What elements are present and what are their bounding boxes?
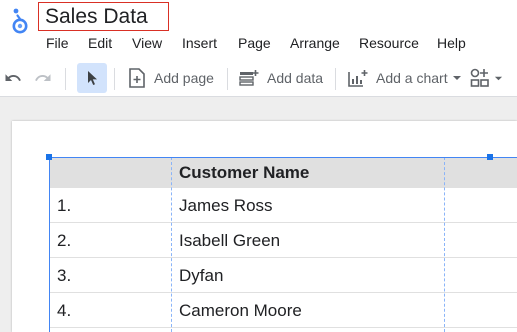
redo-icon[interactable] (32, 60, 54, 96)
cell-customer-name: Dyfan (179, 266, 224, 285)
chevron-down-icon (494, 76, 502, 80)
resize-handle[interactable] (487, 154, 493, 160)
menu-resource[interactable]: Resource (359, 34, 419, 52)
add-control-icon (470, 68, 489, 87)
add-data-icon (239, 70, 259, 86)
add-page-button[interactable]: Add page (128, 60, 214, 96)
table-row[interactable]: 4. Cameron Moore (49, 293, 517, 328)
column-guide (171, 157, 172, 332)
toolbar-divider (114, 68, 115, 90)
add-data-label: Add data (267, 70, 324, 86)
menu-edit[interactable]: Edit (88, 34, 112, 52)
add-page-label: Add page (154, 70, 214, 86)
table-row[interactable]: 2. Isabell Green (49, 223, 517, 258)
menu-insert[interactable]: Insert (182, 34, 217, 52)
menu-view[interactable]: View (132, 34, 162, 52)
column-guide (444, 157, 445, 332)
table-header[interactable]: Customer Name (49, 157, 517, 188)
menu-help[interactable]: Help (437, 34, 466, 52)
table-chart[interactable]: Customer Name 1. James Ross 2. Isabell G… (46, 154, 517, 332)
row-index: 3. (57, 266, 72, 285)
selection-border (49, 157, 517, 158)
add-page-icon (129, 68, 145, 88)
menu-page[interactable]: Page (238, 34, 271, 52)
menu-file[interactable]: File (46, 34, 69, 52)
row-index: 4. (57, 301, 72, 320)
selection-border (49, 157, 50, 332)
cell-customer-name: Isabell Green (179, 231, 281, 250)
add-chart-icon (348, 70, 368, 87)
cell-customer-name: James Ross (179, 196, 273, 215)
row-index: 1. (57, 196, 72, 215)
table-row[interactable]: 1. James Ross (49, 188, 517, 223)
menu-bar: File Edit View Insert Page Arrange Resou… (0, 34, 517, 54)
column-header-customer-name[interactable]: Customer Name (179, 157, 309, 188)
table-row[interactable]: 3. Dyfan (49, 258, 517, 293)
report-title[interactable]: Sales Data (38, 2, 169, 31)
menu-arrange[interactable]: Arrange (290, 34, 340, 52)
select-tool-button[interactable] (77, 63, 107, 93)
row-index: 2. (57, 231, 72, 250)
toolbar-divider (65, 68, 66, 90)
toolbar-divider (335, 68, 336, 90)
looker-studio-logo-icon[interactable] (9, 7, 31, 37)
add-chart-button[interactable]: Add a chart (348, 60, 462, 96)
resize-handle[interactable] (46, 154, 52, 160)
add-data-button[interactable]: Add data (239, 60, 323, 96)
undo-icon[interactable] (2, 60, 24, 96)
toolbar-divider (227, 68, 228, 90)
add-chart-label: Add a chart (376, 70, 448, 86)
cell-customer-name: Cameron Moore (179, 301, 302, 320)
add-control-button[interactable] (468, 60, 504, 96)
pointer-icon (88, 71, 97, 85)
chevron-down-icon (452, 76, 461, 80)
